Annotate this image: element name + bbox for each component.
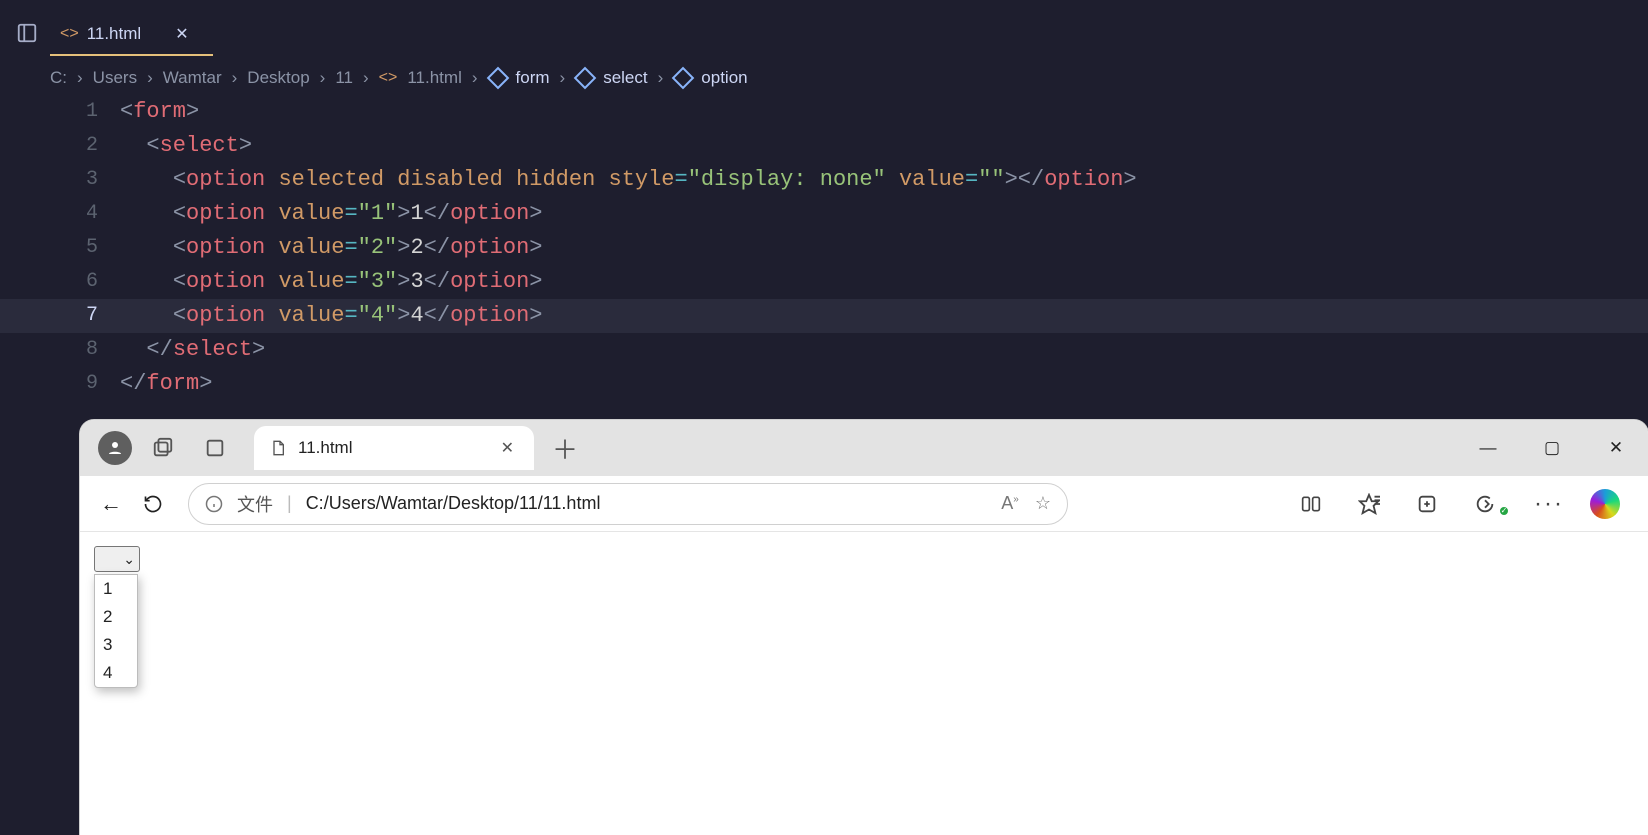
line-number: 4 <box>0 197 120 231</box>
html-file-icon: <> <box>60 25 79 43</box>
collections-icon[interactable] <box>1416 493 1450 515</box>
document-icon <box>270 439 286 457</box>
breadcrumb-user[interactable]: Wamtar <box>163 68 222 88</box>
breadcrumb[interactable]: C:› Users› Wamtar› Desktop› 11› <> 11.ht… <box>50 68 748 88</box>
address-bar[interactable]: 文件 | C:/Users/Wamtar/Desktop/11/11.html … <box>188 483 1068 525</box>
layout-icon <box>16 22 38 44</box>
line-number: 8 <box>0 333 120 367</box>
new-tab-button[interactable]: ＋ <box>552 430 578 467</box>
address-protocol: 文件 <box>237 491 273 517</box>
copilot-icon[interactable] <box>1590 489 1620 519</box>
symbol-icon <box>486 67 509 90</box>
code-line[interactable]: 1 <form> <box>0 95 1648 129</box>
breadcrumb-users[interactable]: Users <box>93 68 137 88</box>
line-number: 7 <box>0 299 120 333</box>
select-option[interactable]: 3 <box>95 631 137 659</box>
back-button[interactable]: ← <box>90 483 132 525</box>
close-window-button[interactable]: ✕ <box>1584 420 1648 476</box>
breadcrumb-file[interactable]: 11.html <box>407 68 462 88</box>
browser-tab[interactable]: 11.html ✕ <box>254 426 534 470</box>
breadcrumb-desktop[interactable]: Desktop <box>247 68 309 88</box>
editor-tab[interactable]: <> 11.html ✕ <box>50 14 213 56</box>
line-number: 9 <box>0 367 120 401</box>
code-line[interactable]: 3 <option selected disabled hidden style… <box>0 163 1648 197</box>
browser-tab-label: 11.html <box>298 438 353 458</box>
line-number: 2 <box>0 129 120 163</box>
breadcrumb-node-form[interactable]: form <box>488 68 550 88</box>
browser-toolbar: ← 文件 | C:/Users/Wamtar/Desktop/11/11.htm… <box>80 476 1648 532</box>
select-option[interactable]: 1 <box>95 575 137 603</box>
address-url: C:/Users/Wamtar/Desktop/11/11.html <box>306 493 601 514</box>
performance-icon[interactable]: ✓ <box>1474 493 1508 515</box>
browser-titlebar: 11.html ✕ ＋ — ▢ ✕ <box>80 420 1648 476</box>
code-area[interactable]: 1 <form> 2 <select> 3 <option selected d… <box>0 95 1648 401</box>
code-line[interactable]: 9 </form> <box>0 367 1648 401</box>
favorite-icon[interactable]: ☆ <box>1035 493 1051 514</box>
browser-window: 11.html ✕ ＋ — ▢ ✕ ← 文件 | C:/Users/Wamtar… <box>80 420 1648 835</box>
breadcrumb-node-option[interactable]: option <box>673 68 747 88</box>
line-number: 5 <box>0 231 120 265</box>
window-controls: — ▢ ✕ <box>1456 420 1648 476</box>
read-aloud-icon[interactable]: A» <box>1001 493 1019 514</box>
breadcrumb-folder[interactable]: 11 <box>335 68 353 88</box>
select-dropdown[interactable]: 1 2 3 4 <box>94 574 138 688</box>
html-file-icon: <> <box>379 69 398 87</box>
editor-tab-row: <> 11.html ✕ <box>50 14 213 56</box>
line-number: 3 <box>0 163 120 197</box>
symbol-icon <box>672 67 695 90</box>
workspaces-icon[interactable] <box>142 427 184 469</box>
line-number: 1 <box>0 95 120 129</box>
more-icon[interactable]: ··· <box>1532 490 1566 518</box>
select-option[interactable]: 2 <box>95 603 137 631</box>
profile-icon[interactable] <box>98 431 132 465</box>
minimize-button[interactable]: — <box>1456 420 1520 476</box>
activity-icon <box>16 22 38 44</box>
toolbar-right: ✓ ··· <box>1300 489 1638 519</box>
code-editor: <> 11.html ✕ C:› Users› Wamtar› Desktop›… <box>0 0 1648 420</box>
code-line[interactable]: 5 <option value="2">2</option> <box>0 231 1648 265</box>
favorites-icon[interactable] <box>1358 493 1392 515</box>
code-line[interactable]: 8 </select> <box>0 333 1648 367</box>
symbol-icon <box>574 67 597 90</box>
code-line[interactable]: 4 <option value="1">1</option> <box>0 197 1648 231</box>
code-line[interactable]: 6 <option value="3">3</option> <box>0 265 1648 299</box>
line-number: 6 <box>0 265 120 299</box>
editor-tab-close-icon[interactable]: ✕ <box>169 22 194 46</box>
page-content: ⌄ 1 2 3 4 <box>80 532 1648 702</box>
chevron-down-icon: ⌄ <box>123 551 135 568</box>
tab-actions-icon[interactable] <box>194 427 236 469</box>
code-line[interactable]: 2 <select> <box>0 129 1648 163</box>
site-info-icon[interactable] <box>205 495 223 513</box>
editor-tab-label: 11.html <box>87 24 142 44</box>
refresh-button[interactable] <box>132 483 174 525</box>
select-input[interactable]: ⌄ <box>94 546 140 572</box>
breadcrumb-node-select[interactable]: select <box>575 68 647 88</box>
maximize-button[interactable]: ▢ <box>1520 420 1584 476</box>
code-line-current[interactable]: 7 <option value="4">4</option> <box>0 299 1648 333</box>
split-screen-icon[interactable] <box>1300 494 1334 514</box>
breadcrumb-drive[interactable]: C: <box>50 68 67 88</box>
browser-tab-close-icon[interactable]: ✕ <box>501 438 514 458</box>
select-option[interactable]: 4 <box>95 659 137 687</box>
address-sep: | <box>287 493 292 514</box>
